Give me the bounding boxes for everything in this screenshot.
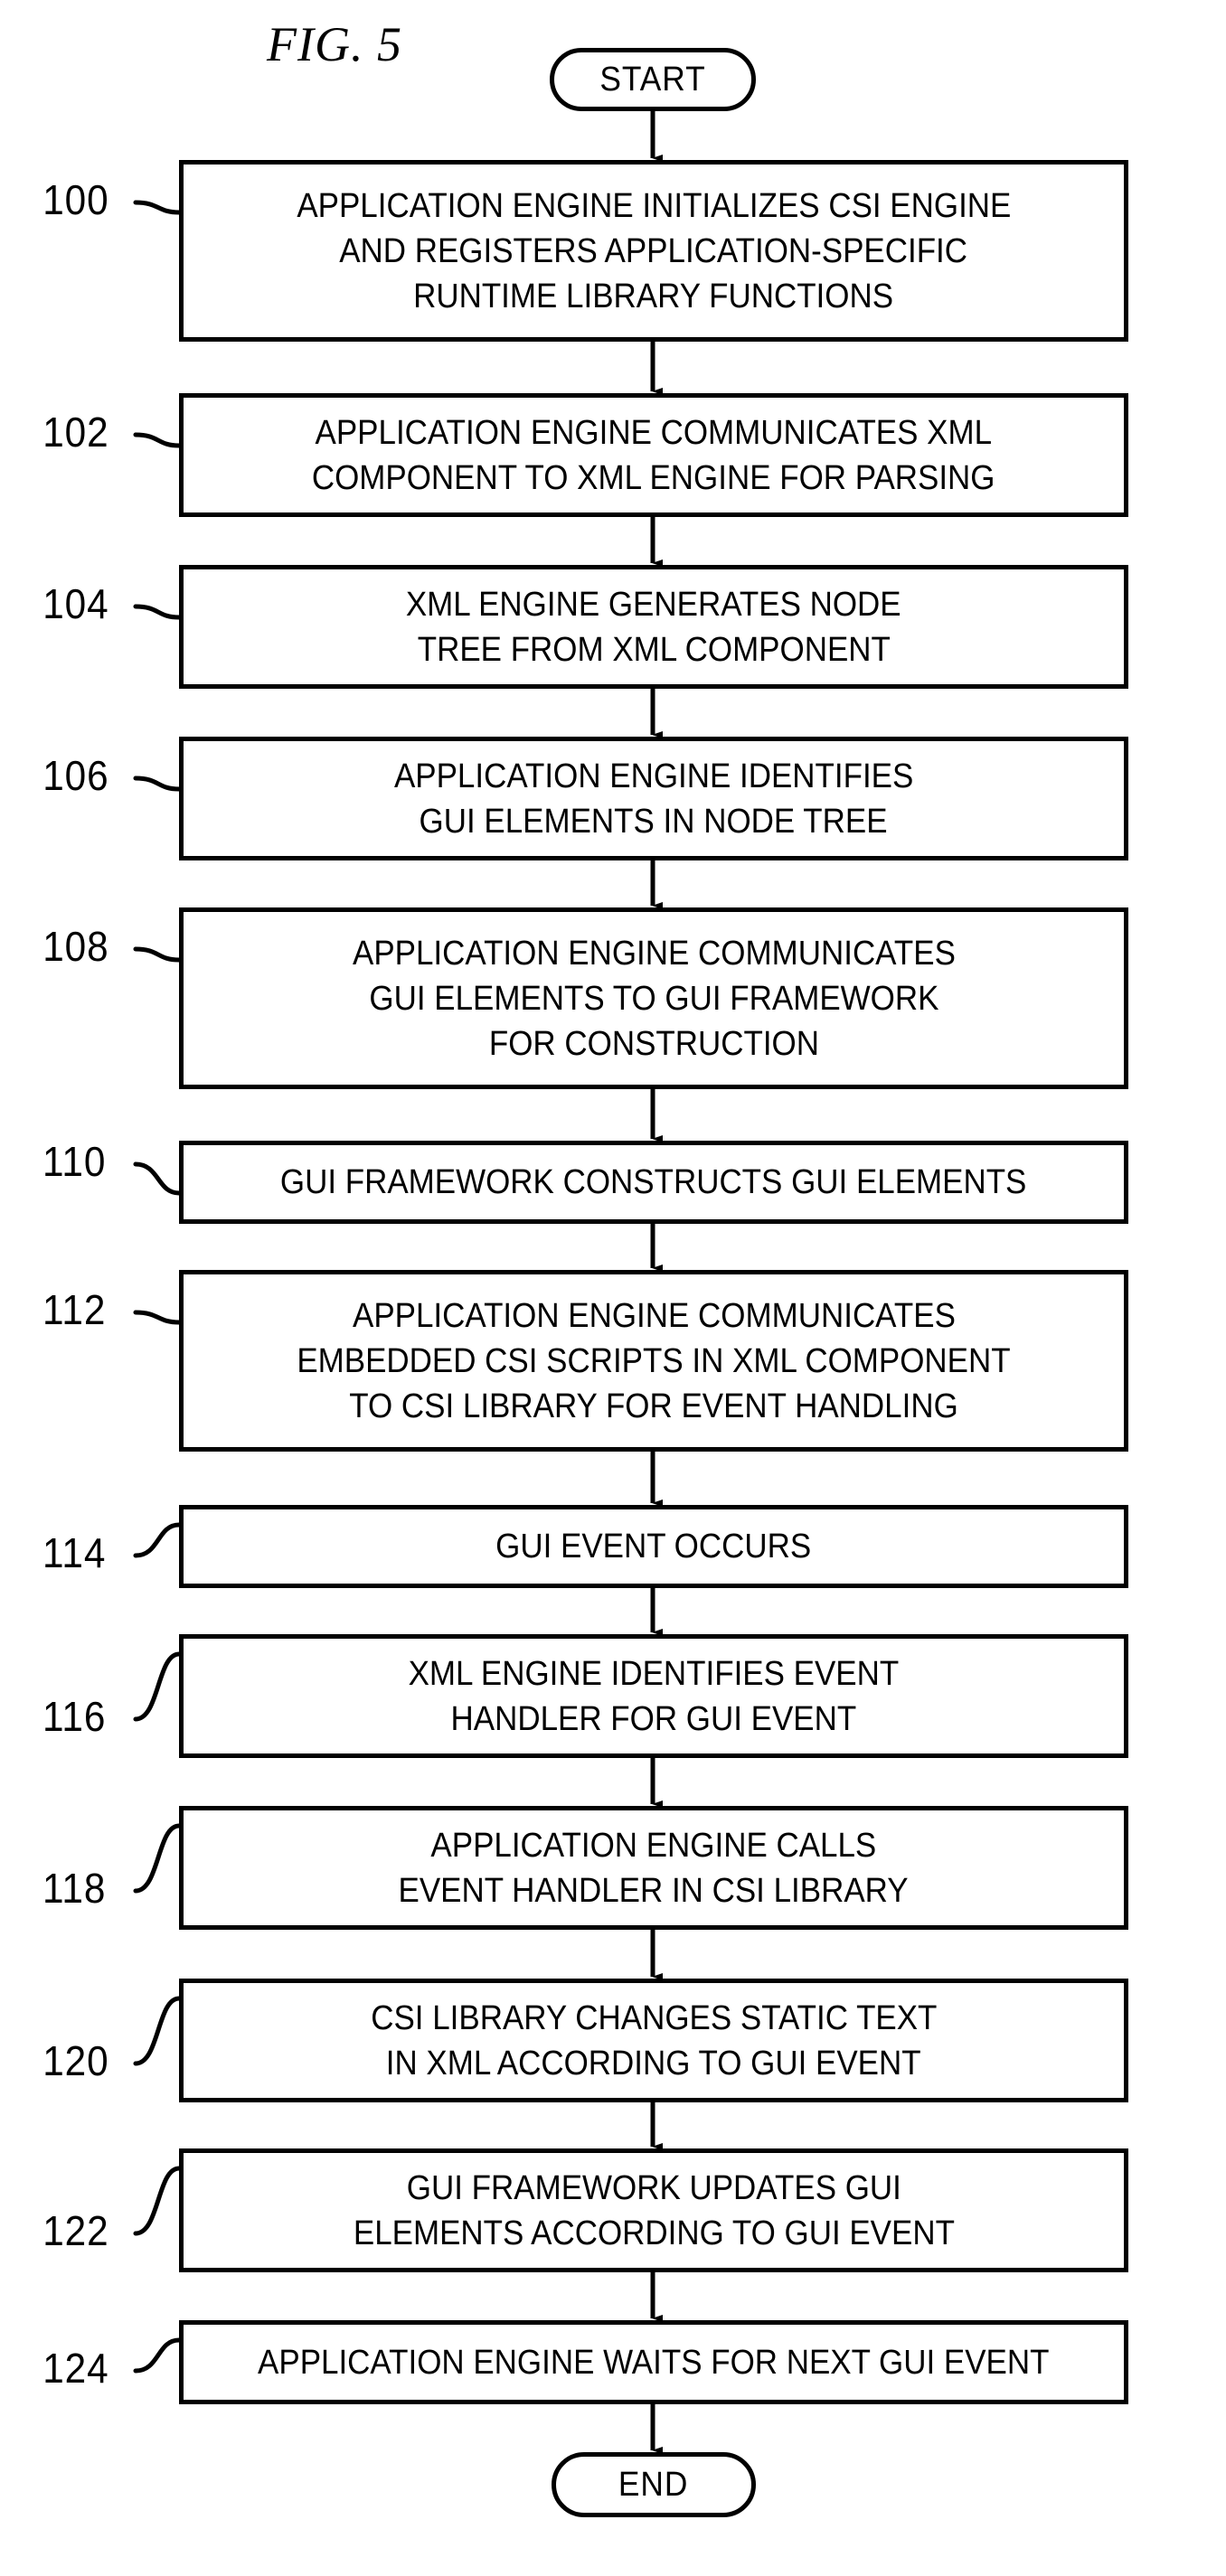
process-box-line: XML ENGINE IDENTIFIES EVENT: [408, 1654, 900, 1693]
process-box-100: APPLICATION ENGINE INITIALIZES CSI ENGIN…: [179, 160, 1128, 342]
process-box-line: APPLICATION ENGINE WAITS FOR NEXT GUI EV…: [258, 2343, 1050, 2382]
reference-numeral-104: 104: [42, 580, 109, 627]
process-box-line: GUI ELEMENTS TO GUI FRAMEWORK: [369, 979, 938, 1018]
reference-numeral-124: 124: [42, 2345, 109, 2392]
reference-numeral-112: 112: [42, 1286, 107, 1333]
process-box-108: APPLICATION ENGINE COMMUNICATES GUI ELEME…: [179, 907, 1128, 1089]
end-terminator: END: [552, 2452, 756, 2517]
reference-numeral-100: 100: [42, 176, 109, 223]
reference-numeral-108: 108: [42, 923, 109, 970]
leader-line-100: [133, 200, 182, 215]
process-box-118: APPLICATION ENGINE CALLS EVENT HANDLER IN…: [179, 1806, 1128, 1930]
process-box-line: TREE FROM XML COMPONENT: [417, 630, 891, 669]
process-box-line: IN XML ACCORDING TO GUI EVENT: [386, 2044, 921, 2082]
process-box-line: APPLICATION ENGINE IDENTIFIES: [393, 757, 914, 795]
process-box-line: XML ENGINE GENERATES NODE: [406, 585, 901, 624]
process-box-line: COMPONENT TO XML ENGINE FOR PARSING: [312, 458, 995, 497]
process-box-line: APPLICATION ENGINE INITIALIZES CSI ENGIN…: [296, 186, 1011, 225]
leader-line-116: [133, 1651, 182, 1722]
process-box-line: EVENT HANDLER IN CSI LIBRARY: [398, 1871, 910, 1910]
leader-line-102: [133, 432, 182, 448]
process-box-line: RUNTIME LIBRARY FUNCTIONS: [413, 277, 894, 315]
figure-canvas: FIG. 5 START APPLICATION ENGINE INITIALI…: [0, 0, 1226, 2576]
leader-line-120: [133, 1996, 182, 2066]
leader-line-124: [133, 2337, 182, 2374]
process-box-line: GUI FRAMEWORK CONSTRUCTS GUI ELEMENTS: [280, 1163, 1027, 1201]
process-box-116: XML ENGINE IDENTIFIES EVENT HANDLER FOR G…: [179, 1634, 1128, 1758]
process-box-line: EMBEDDED CSI SCRIPTS IN XML COMPONENT: [297, 1341, 1011, 1380]
leader-line-112: [133, 1310, 182, 1325]
reference-numeral-102: 102: [42, 409, 109, 456]
process-box-line: AND REGISTERS APPLICATION-SPECIFIC: [339, 231, 968, 270]
process-box-line: TO CSI LIBRARY FOR EVENT HANDLING: [349, 1387, 958, 1425]
process-box-114: GUI EVENT OCCURS: [179, 1505, 1128, 1588]
process-box-line: GUI FRAMEWORK UPDATES GUI: [406, 2168, 901, 2207]
process-box-line: APPLICATION ENGINE COMMUNICATES: [352, 1296, 956, 1335]
process-box-112: APPLICATION ENGINE COMMUNICATES EMBEDDED …: [179, 1270, 1128, 1452]
process-box-102: APPLICATION ENGINE COMMUNICATES XML COMPO…: [179, 393, 1128, 517]
process-box-line: GUI ELEMENTS IN NODE TREE: [419, 802, 889, 841]
reference-numeral-120: 120: [42, 2037, 109, 2084]
leader-line-114: [133, 1522, 182, 1558]
reference-numeral-116: 116: [42, 1693, 107, 1740]
start-terminator: START: [550, 48, 756, 111]
reference-numeral-114: 114: [42, 1529, 107, 1576]
process-box-line: APPLICATION ENGINE CALLS: [430, 1826, 877, 1865]
process-box-line: APPLICATION ENGINE COMMUNICATES: [352, 934, 956, 973]
process-box-106: APPLICATION ENGINE IDENTIFIES GUI ELEMENT…: [179, 737, 1128, 860]
figure-title: FIG. 5: [267, 17, 402, 71]
process-box-line: CSI LIBRARY CHANGES STATIC TEXT: [370, 1998, 938, 2037]
leader-line-110: [133, 1161, 182, 1196]
process-box-line: GUI EVENT OCCURS: [495, 1528, 812, 1565]
start-label: START: [599, 60, 706, 99]
process-box-line: HANDLER FOR GUI EVENT: [450, 1699, 857, 1738]
reference-numeral-118: 118: [42, 1865, 107, 1912]
process-box-line: APPLICATION ENGINE COMMUNICATES XML: [315, 413, 993, 452]
leader-line-108: [133, 946, 182, 963]
reference-numeral-110: 110: [42, 1138, 107, 1185]
leader-line-104: [133, 604, 182, 620]
leader-line-106: [133, 776, 182, 792]
process-box-110: GUI FRAMEWORK CONSTRUCTS GUI ELEMENTS: [179, 1141, 1128, 1224]
leader-line-122: [133, 2166, 182, 2236]
process-box-line: ELEMENTS ACCORDING TO GUI EVENT: [353, 2214, 955, 2252]
process-box-line: FOR CONSTRUCTION: [488, 1024, 819, 1063]
end-label: END: [618, 2465, 689, 2504]
process-box-124: APPLICATION ENGINE WAITS FOR NEXT GUI EV…: [179, 2320, 1128, 2404]
leader-line-118: [133, 1823, 182, 1894]
reference-numeral-122: 122: [42, 2207, 109, 2254]
reference-numeral-106: 106: [42, 752, 109, 799]
process-box-122: GUI FRAMEWORK UPDATES GUI ELEMENTS ACCORD…: [179, 2148, 1128, 2272]
process-box-104: XML ENGINE GENERATES NODE TREE FROM XML C…: [179, 565, 1128, 689]
process-box-120: CSI LIBRARY CHANGES STATIC TEXT IN XML AC…: [179, 1979, 1128, 2102]
